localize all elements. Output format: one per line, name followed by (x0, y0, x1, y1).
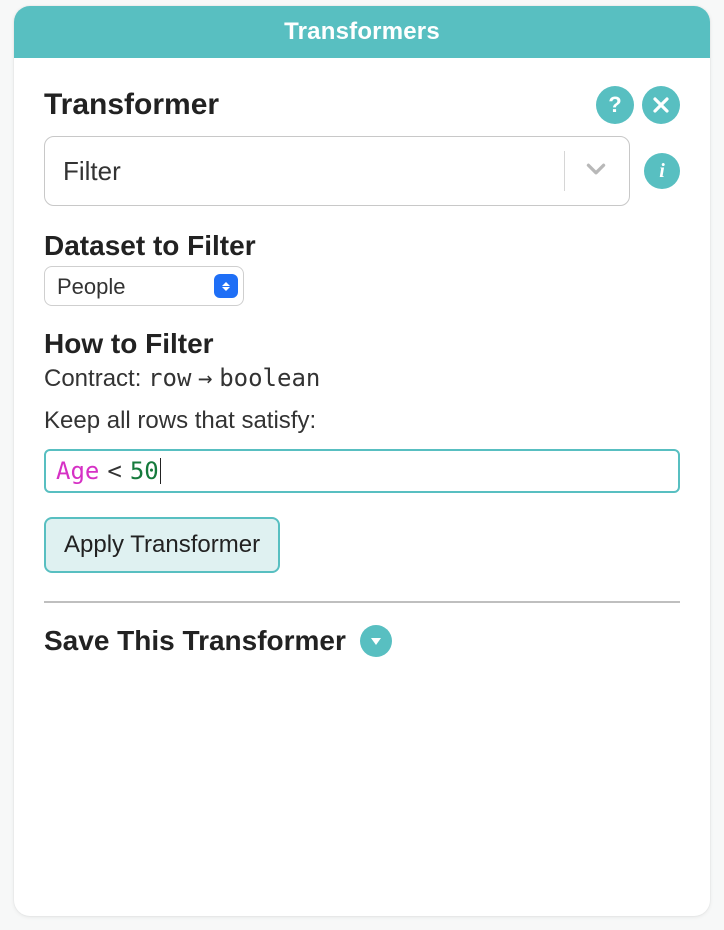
contract-line: Contract: row → boolean (44, 364, 680, 393)
divider (564, 151, 565, 191)
chevron-down-icon (583, 156, 609, 187)
expr-value-token: 50 (130, 457, 159, 485)
transformer-select-value: Filter (63, 156, 121, 187)
save-transformer-expand-button[interactable] (360, 625, 392, 657)
dataset-select[interactable]: People (44, 266, 244, 306)
panel-body: Transformer ? Filter (14, 58, 710, 677)
contract-to: boolean (219, 364, 320, 392)
expr-op-token: < (99, 457, 129, 485)
arrow-icon: → (198, 364, 212, 392)
close-icon (652, 96, 670, 114)
section-divider (44, 601, 680, 603)
expr-field-token: Age (56, 457, 99, 485)
info-button[interactable]: i (644, 153, 680, 189)
transformer-label: Transformer (44, 88, 219, 122)
caret-down-icon (369, 634, 383, 648)
panel-title: Transformers (284, 18, 440, 46)
howto-label: How to Filter (44, 328, 680, 360)
info-icon: i (659, 161, 665, 181)
apply-transformer-button[interactable]: Apply Transformer (44, 517, 280, 573)
filter-expression-input[interactable]: Age < 50 (44, 449, 680, 493)
keep-rows-label: Keep all rows that satisfy: (44, 407, 680, 435)
question-icon: ? (608, 94, 621, 116)
panel-title-bar: Transformers (14, 6, 710, 58)
contract-from: row (148, 364, 191, 392)
transformers-panel: Transformers Transformer ? Filter (14, 6, 710, 916)
dataset-label: Dataset to Filter (44, 230, 680, 262)
help-button[interactable]: ? (596, 86, 634, 124)
text-caret (160, 458, 161, 484)
close-button[interactable] (642, 86, 680, 124)
save-transformer-label: Save This Transformer (44, 625, 346, 657)
contract-label: Contract: (44, 365, 141, 392)
transformer-select[interactable]: Filter (44, 136, 630, 206)
apply-button-label: Apply Transformer (64, 531, 260, 558)
